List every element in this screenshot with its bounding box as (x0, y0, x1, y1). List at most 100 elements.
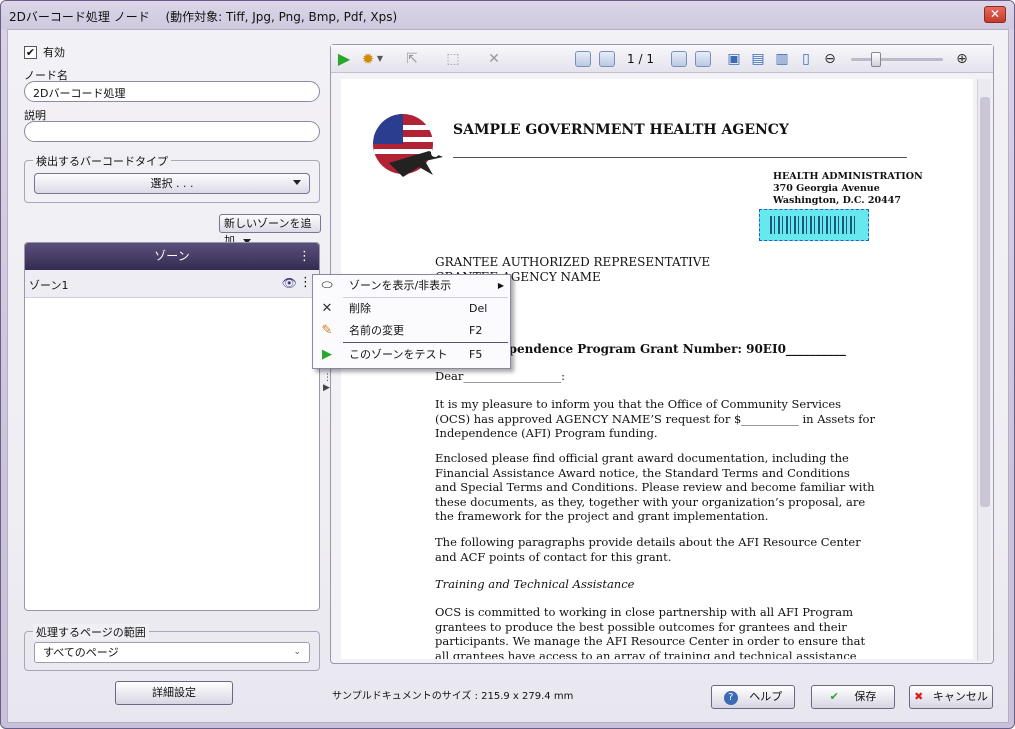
more-vertical-icon[interactable]: ⋮ (299, 275, 312, 290)
splitter-handle[interactable]: ⋮ ▶ (323, 373, 332, 393)
cancel-button-label: キャンセル (932, 690, 988, 703)
zone-context-menu: ⬭ ゾーンを表示/非表示 ▶ ✕ 削除 Del ✎ 名前の変更 F2 ▶ このゾ… (312, 274, 511, 369)
menu-item-rename[interactable]: ✎ 名前の変更 F2 (313, 320, 510, 342)
cancel-button[interactable]: ✖ キャンセル (909, 685, 993, 709)
prev-page-icon[interactable] (599, 51, 615, 67)
recipient-line: GRANTEE AUTHORIZED REPRESENTATIVE (435, 255, 711, 269)
scrollbar-thumb[interactable] (980, 97, 990, 507)
zone-name: ゾーン1 (29, 279, 69, 292)
node-name-input[interactable]: 2Dバーコード処理 (24, 81, 320, 102)
total-pages: 1 (646, 52, 654, 66)
last-page-icon[interactable] (695, 51, 711, 67)
paragraph-2: Enclosed please find official grant awar… (435, 451, 875, 523)
menu-item-label: 名前の変更 (349, 324, 404, 337)
barcode-zone[interactable] (759, 209, 869, 241)
section-heading: Training and Technical Assistance (435, 577, 635, 591)
title-bar: 2Dバーコード処理 ノード (動作対象: Tiff, Jpg, Png, Bmp… (1, 1, 1014, 29)
window-title: 2Dバーコード処理 ノード (動作対象: Tiff, Jpg, Png, Bmp… (9, 10, 398, 24)
chevron-down-icon: ⌄ (293, 647, 301, 657)
menu-item-delete[interactable]: ✕ 削除 Del (313, 298, 510, 320)
help-icon: ? (723, 691, 738, 705)
zoom-out-icon[interactable]: ⊖ (821, 50, 839, 68)
menu-item-shortcut: F2 (469, 324, 483, 337)
chevron-down-icon[interactable]: ▼ (375, 50, 385, 68)
save-button[interactable]: ✔ 保存 (811, 685, 895, 709)
page-range-group: 処理するページの範囲 すべてのページ ⌄ (24, 624, 320, 671)
zone-tool-icon[interactable]: ⬚ (444, 50, 462, 68)
enabled-row[interactable]: ✔ 有効 (24, 44, 65, 60)
current-page: 1 (627, 52, 635, 66)
paragraph-1: It is my pleasure to inform you that the… (435, 397, 875, 440)
menu-item-toggle-visibility[interactable]: ⬭ ゾーンを表示/非表示 ▶ (313, 275, 510, 297)
chevron-right-icon: ▶ (497, 281, 504, 290)
dialog-window: 2Dバーコード処理 ノード (動作対象: Tiff, Jpg, Png, Bmp… (0, 0, 1015, 729)
more-vertical-icon[interactable]: ⋮ (298, 243, 311, 270)
menu-item-label: 削除 (349, 302, 371, 315)
vertical-scrollbar[interactable] (977, 79, 991, 661)
page-icon[interactable]: ▯ (797, 50, 815, 68)
document-size-status: サンプルドキュメントのサイズ : 215.9 x 279.4 mm (332, 691, 574, 702)
pencil-icon: ✎ (321, 323, 333, 338)
page-indicator: 1 / 1 (627, 52, 654, 66)
paragraph-4: OCS is committed to working in close par… (435, 605, 866, 659)
barcode-type-group: 検出するバーコードタイプ 選択 . . . (24, 153, 320, 203)
page-area: SAMPLE GOVERNMENT HEALTH AGENCY HEALTH A… (341, 79, 973, 659)
zone-list-item[interactable]: ゾーン1 👁 ⋮ (25, 270, 319, 298)
menu-item-label: ゾーンを表示/非表示 (349, 279, 452, 292)
barcode-type-group-title: 検出するバーコードタイプ (33, 153, 171, 169)
first-page-icon[interactable] (575, 51, 591, 67)
play-icon[interactable]: ▶ (335, 50, 353, 68)
delete-zone-icon[interactable]: ✕ (485, 50, 503, 68)
viewer-toolbar: ▶ ✹ ▼ ⇱ ⬚ ✕ 1 / 1 ▣ ▤ ▥ ▯ ⊖ ⊕ (331, 45, 993, 73)
subject-line: ependence Program Grant Number: 90EI0___… (501, 342, 846, 356)
help-button-label: ヘルプ (749, 690, 783, 703)
zone-panel: ゾーン ⋮ ゾーン1 👁 ⋮ (24, 242, 320, 611)
address-line: Washington, D.C. 20447 (773, 195, 901, 206)
zoom-slider-thumb[interactable] (871, 52, 881, 67)
eye-icon[interactable]: 👁 (282, 276, 297, 290)
menu-separator (343, 342, 508, 343)
ellipse-icon: ⬭ (321, 278, 333, 293)
address-line: HEALTH ADMINISTRATION (773, 171, 923, 182)
fit-width-icon[interactable]: ▥ (773, 50, 791, 68)
menu-item-label: このゾーンをテスト (349, 348, 448, 361)
dialog-client: ✔ 有効 ノード名 2Dバーコード処理 説明 検出するバーコードタイプ 選択 .… (7, 29, 1009, 723)
barcode-type-select[interactable]: 選択 . . . (34, 173, 310, 194)
page-range-group-title: 処理するページの範囲 (33, 624, 149, 640)
agency-title: SAMPLE GOVERNMENT HEALTH AGENCY (453, 122, 789, 138)
save-button-label: 保存 (854, 690, 877, 703)
play-icon: ▶ (322, 347, 332, 362)
delete-icon: ✕ (321, 301, 333, 316)
enabled-checkbox[interactable]: ✔ (24, 45, 37, 59)
page-separator: / (638, 52, 643, 66)
pointer-tool-icon[interactable]: ⇱ (403, 50, 421, 68)
page-range-select[interactable]: すべてのページ ⌄ (34, 642, 310, 663)
help-button[interactable]: ? ヘルプ (711, 685, 795, 709)
cancel-icon: ✖ (914, 690, 924, 703)
address-block: HEALTH ADMINISTRATION 370 Georgia Avenue… (773, 171, 923, 207)
add-zone-button[interactable]: 新しいゾーンを追加 (219, 214, 321, 247)
agency-logo (373, 114, 443, 177)
menu-item-shortcut: Del (469, 302, 488, 315)
title-rule (453, 157, 907, 158)
zone-header-label: ゾーン (154, 249, 190, 263)
barcode-type-select-label: 選択 . . . (150, 177, 194, 190)
zone-header: ゾーン ⋮ (25, 243, 319, 270)
close-button[interactable]: ✕ (984, 6, 1006, 23)
menu-item-test-zone[interactable]: ▶ このゾーンをテスト F5 (313, 344, 510, 366)
zoom-in-icon[interactable]: ⊕ (953, 50, 971, 68)
checkmark-icon: ✔ (829, 690, 839, 703)
menu-item-shortcut: F5 (469, 348, 483, 361)
salutation: Dear_________________: (435, 369, 566, 383)
address-line: 370 Georgia Avenue (773, 183, 880, 194)
document-page: SAMPLE GOVERNMENT HEALTH AGENCY HEALTH A… (341, 79, 973, 659)
barcode-image (770, 216, 858, 234)
chevron-down-icon (293, 180, 301, 185)
advanced-settings-button[interactable]: 詳細設定 (115, 681, 233, 705)
fit-icon[interactable]: ▤ (749, 50, 767, 68)
image-icon[interactable]: ▣ (725, 50, 743, 68)
description-input[interactable] (24, 121, 320, 142)
zoom-slider[interactable] (851, 52, 943, 67)
page-range-value: すべてのページ (43, 646, 119, 659)
next-page-icon[interactable] (671, 51, 687, 67)
